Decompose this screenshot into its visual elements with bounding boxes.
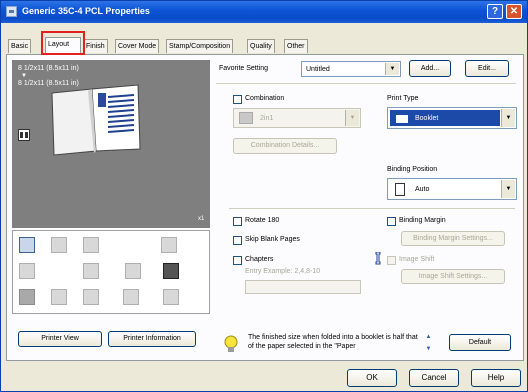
tab-quality[interactable]: Quality <box>247 39 275 53</box>
layout-rotate-icon[interactable] <box>19 263 35 279</box>
binding-position-label: Binding Position <box>387 166 438 173</box>
tab-stamp-composition[interactable]: Stamp/Composition <box>166 39 234 53</box>
combination-label: Combination <box>245 95 285 102</box>
combination-checkbox[interactable] <box>233 95 242 104</box>
rotate-180-checkbox[interactable] <box>233 217 242 226</box>
image-shift-checkbox[interactable] <box>387 256 396 265</box>
skip-blank-pages-label: Skip Blank Pages <box>245 236 300 243</box>
layout-image-shift-icon[interactable] <box>83 263 99 279</box>
cursor-icon <box>373 251 383 266</box>
divider <box>229 208 515 209</box>
scroll-down-icon[interactable]: ▼ <box>424 345 433 354</box>
printer-icon <box>6 6 17 17</box>
layout-1up-icon[interactable] <box>19 237 35 253</box>
preview-input-paper: 8 1/2x11 (8.5x11 in) <box>18 65 79 72</box>
chapters-checkbox[interactable] <box>233 256 242 265</box>
layout-watermark-icon[interactable] <box>163 289 179 305</box>
binding-position-value: Auto <box>415 186 430 193</box>
lightbulb-icon <box>224 335 238 352</box>
favorite-setting-label: Favorite Setting <box>219 65 269 72</box>
edit-favorite-button[interactable]: Edit... <box>465 60 509 77</box>
tab-cover-mode[interactable]: Cover Mode <box>115 39 160 53</box>
default-button[interactable]: Default <box>449 334 511 351</box>
layout-icon-grid <box>12 230 210 314</box>
notice-text: The finished size when folded into a boo… <box>248 334 418 350</box>
binding-margin-label: Binding Margin <box>399 217 446 224</box>
layout-booklet-icon[interactable] <box>163 263 179 279</box>
skip-blank-pages-checkbox[interactable] <box>233 236 242 245</box>
binding-margin-settings-button[interactable]: Binding Margin Settings... <box>401 231 505 246</box>
combination-value: 2in1 <box>260 115 274 122</box>
help-button[interactable]: Help <box>471 369 521 387</box>
tab-finish[interactable]: Finish <box>83 39 108 53</box>
rotate-180-label: Rotate 180 <box>245 217 280 224</box>
image-shift-label: Image Shift <box>399 256 435 263</box>
print-type-value: Booklet <box>415 115 439 122</box>
add-favorite-button[interactable]: Add... <box>409 60 451 77</box>
layout-poster-icon[interactable] <box>161 237 177 253</box>
layout-margin-icon[interactable] <box>125 263 141 279</box>
layout-blank-skip-icon[interactable] <box>51 289 67 305</box>
binding-left-icon <box>395 183 405 196</box>
printer-view-button[interactable]: Printer View <box>18 331 102 347</box>
chevron-down-icon: ▼ <box>385 63 399 75</box>
layout-overlay-icon[interactable] <box>123 289 139 305</box>
printer-information-button[interactable]: Printer Information <box>108 331 196 347</box>
layout-4up-icon[interactable] <box>83 237 99 253</box>
chapters-example: Entry Example: 2,4,8-10 <box>245 268 321 275</box>
chevron-down-icon: ▼ <box>501 109 515 127</box>
layout-chapter-icon[interactable] <box>19 289 35 305</box>
properties-window: Generic 35C-4 PCL Properties ? ✕ Basic L… <box>0 0 528 392</box>
favorite-setting-select[interactable]: Untitled ▼ <box>301 61 401 77</box>
divider <box>216 83 516 84</box>
booklet-preview-graphic <box>51 84 141 156</box>
print-type-select[interactable]: Booklet ▼ <box>387 107 517 129</box>
tab-other[interactable]: Other <box>284 39 308 53</box>
combination-icon <box>239 112 253 124</box>
favorite-setting-value: Untitled <box>306 66 330 73</box>
tab-highlight-box <box>41 31 85 55</box>
chapters-input[interactable] <box>245 280 361 294</box>
binding-margin-checkbox[interactable] <box>387 217 396 226</box>
window-title: Generic 35C-4 PCL Properties <box>22 6 150 16</box>
layout-binding-icon[interactable] <box>83 289 99 305</box>
help-title-button[interactable]: ? <box>487 4 503 19</box>
ok-button[interactable]: OK <box>347 369 397 387</box>
binding-position-select[interactable]: Auto ▼ <box>387 178 517 200</box>
booklet-icon <box>395 114 409 124</box>
combination-select[interactable]: 2in1 ▼ <box>233 108 361 128</box>
chevron-down-icon: ▼ <box>501 180 515 198</box>
chapters-label: Chapters <box>245 256 274 263</box>
cancel-button[interactable]: Cancel <box>409 369 459 387</box>
image-shift-settings-button[interactable]: Image Shift Settings... <box>401 269 505 284</box>
tab-basic[interactable]: Basic <box>8 39 32 53</box>
chevron-down-icon: ▼ <box>345 110 359 126</box>
print-type-label: Print Type <box>387 95 419 102</box>
title-bar: Generic 35C-4 PCL Properties ? ✕ <box>1 1 527 23</box>
layout-2up-icon[interactable] <box>51 237 67 253</box>
close-button[interactable]: ✕ <box>506 4 522 19</box>
zoom-level: x1 <box>198 216 205 222</box>
combination-details-button[interactable]: Combination Details... <box>233 138 337 154</box>
booklet-small-icon <box>18 129 30 141</box>
page-preview: 8 1/2x11 (8.5x11 in) ▼ 8 1/2x11 (8.5x11 … <box>12 60 210 228</box>
scroll-up-icon[interactable]: ▲ <box>424 333 433 342</box>
preview-arrow: ▼ <box>21 73 27 79</box>
